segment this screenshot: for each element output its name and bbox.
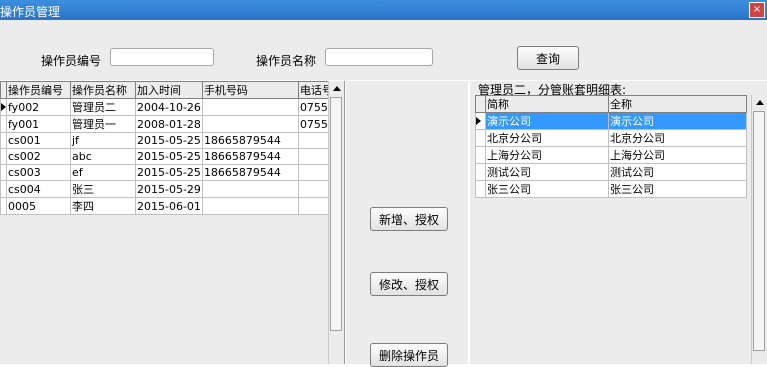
cell-mobile[interactable]: [201, 98, 299, 116]
column-header-short-name[interactable]: 简称: [485, 95, 609, 113]
cell-short-name[interactable]: 张三公司: [485, 180, 609, 198]
cell-mobile[interactable]: [201, 180, 299, 198]
column-header-joined[interactable]: 加入时间: [135, 81, 203, 99]
query-button[interactable]: 查询: [517, 46, 579, 70]
row-indicator[interactable]: [0, 98, 7, 116]
table-row[interactable]: cs002 abc 2015-05-25 18665879544: [0, 148, 335, 165]
operator-grid: 操作员编号 操作员名称 加入时间 手机号码 电话号 fy002 管理员二 2004-…: [0, 81, 345, 364]
scroll-up-icon[interactable]: [333, 86, 341, 91]
cell-code[interactable]: cs004: [6, 180, 71, 198]
accounts-scrollbar[interactable]: [751, 95, 767, 364]
cell-short-name[interactable]: 北京分公司: [485, 129, 609, 147]
cell-joined[interactable]: 2015-05-25: [135, 132, 203, 149]
cell-joined[interactable]: 2015-06-01: [135, 197, 203, 215]
cell-short-name[interactable]: 测试公司: [485, 163, 609, 181]
cell-name[interactable]: 张三: [70, 180, 136, 198]
cell-joined[interactable]: 2015-05-29: [135, 180, 203, 198]
action-panel: 新增、授权 修改、授权 删除操作员: [346, 81, 468, 367]
table-row[interactable]: 上海分公司 上海分公司: [475, 146, 747, 164]
add-authorize-button[interactable]: 新增、授权: [370, 207, 448, 231]
current-row-icon: [1, 102, 6, 111]
search-panel: 操作员编号 操作员名称 查询: [0, 20, 767, 80]
column-header-full-name[interactable]: 全称: [608, 95, 747, 113]
column-header-name[interactable]: 操作员名称: [70, 81, 136, 99]
cell-code[interactable]: cs003: [6, 164, 71, 181]
row-indicator[interactable]: [475, 112, 486, 130]
cell-mobile[interactable]: 18665879544: [201, 164, 299, 181]
cell-name[interactable]: ef: [70, 164, 136, 181]
table-row[interactable]: cs001 jf 2015-05-25 18665879544: [0, 132, 335, 149]
cell-full-name[interactable]: 演示公司: [608, 112, 747, 130]
cell-joined[interactable]: 2015-05-25: [135, 164, 203, 181]
scrollbar-thumb[interactable]: [753, 111, 765, 351]
scroll-up-icon[interactable]: [756, 100, 764, 105]
table-row[interactable]: 北京分公司 北京分公司: [475, 129, 747, 147]
cell-code[interactable]: fy002: [6, 98, 71, 116]
cell-short-name[interactable]: 上海分公司: [485, 146, 609, 164]
cell-full-name[interactable]: 上海分公司: [608, 146, 747, 164]
operator-grid-scrollbar[interactable]: [328, 81, 344, 364]
table-row[interactable]: cs003 ef 2015-05-25 18665879544: [0, 164, 335, 181]
table-row[interactable]: 演示公司 演示公司: [475, 112, 747, 130]
column-header-code[interactable]: 操作员编号: [6, 81, 71, 99]
cell-name[interactable]: 李四: [70, 197, 136, 215]
row-indicator[interactable]: [475, 180, 486, 198]
delete-operator-button[interactable]: 删除操作员: [370, 343, 448, 367]
cell-name[interactable]: 管理员一: [70, 115, 136, 133]
row-indicator[interactable]: [475, 146, 486, 164]
title-bar: 操作员管理 ×: [0, 0, 767, 20]
cell-name[interactable]: jf: [70, 132, 136, 149]
cell-full-name[interactable]: 张三公司: [608, 180, 747, 198]
table-row[interactable]: fy001 管理员一 2008-01-28 0755-: [0, 115, 335, 133]
cell-joined[interactable]: 2004-10-26: [135, 98, 203, 116]
operator-code-input[interactable]: [110, 48, 214, 66]
cell-full-name[interactable]: 测试公司: [608, 163, 747, 181]
window-title: 操作员管理: [0, 5, 61, 19]
column-header-mobile[interactable]: 手机号码: [201, 81, 299, 99]
operator-name-label: 操作员名称: [256, 54, 317, 68]
row-indicator-header: [475, 95, 486, 113]
cell-code[interactable]: cs002: [6, 148, 71, 165]
row-indicator[interactable]: [475, 129, 486, 147]
operator-name-input[interactable]: [325, 48, 433, 66]
current-row-icon: [476, 116, 481, 125]
cell-mobile[interactable]: 18665879544: [201, 132, 299, 149]
cell-joined[interactable]: 2008-01-28: [135, 115, 203, 133]
cell-mobile[interactable]: [201, 197, 299, 215]
cell-name[interactable]: 管理员二: [70, 98, 136, 116]
edit-authorize-button[interactable]: 修改、授权: [370, 272, 448, 296]
table-row[interactable]: cs004 张三 2015-05-29: [0, 180, 335, 198]
cell-mobile[interactable]: 18665879544: [201, 148, 299, 165]
cell-code[interactable]: cs001: [6, 132, 71, 149]
operator-code-label: 操作员编号: [41, 54, 102, 68]
cell-full-name[interactable]: 北京分公司: [608, 129, 747, 147]
table-row[interactable]: 张三公司 张三公司: [475, 180, 747, 198]
scrollbar-thumb[interactable]: [330, 97, 342, 331]
cell-code[interactable]: fy001: [6, 115, 71, 133]
accounts-panel: 管理员二，分管账套明细表: 简称 全称 演示公司 演示公司 北京分公司 北京分公司 上海…: [470, 81, 767, 364]
cell-name[interactable]: abc: [70, 148, 136, 165]
accounts-table: 简称 全称 演示公司 演示公司 北京分公司 北京分公司 上海分公司 上海分公司 测试公司 测试…: [475, 95, 747, 198]
cell-joined[interactable]: 2015-05-25: [135, 148, 203, 165]
table-row[interactable]: fy002 管理员二 2004-10-26 0755-: [0, 98, 335, 116]
cell-mobile[interactable]: [201, 115, 299, 133]
cell-short-name[interactable]: 演示公司: [485, 112, 609, 130]
close-icon[interactable]: ×: [749, 2, 765, 18]
operator-table: 操作员编号 操作员名称 加入时间 手机号码 电话号 fy002 管理员二 2004-…: [0, 81, 335, 215]
cell-code[interactable]: 0005: [6, 197, 71, 215]
row-indicator[interactable]: [475, 163, 486, 181]
table-row[interactable]: 测试公司 测试公司: [475, 163, 747, 181]
table-row[interactable]: 0005 李四 2015-06-01: [0, 197, 335, 215]
